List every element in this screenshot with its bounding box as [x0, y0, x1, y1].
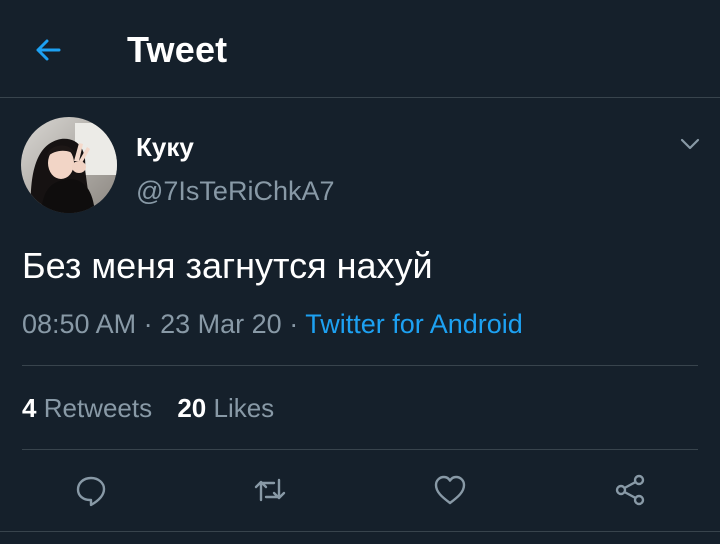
share-icon — [615, 474, 645, 506]
tweet-meta: 08:50 AM · 23 Mar 20 · Twitter for Andro… — [22, 306, 523, 342]
retweet-button[interactable] — [248, 468, 292, 512]
tweet-source-link[interactable]: Twitter for Android — [305, 309, 523, 339]
divider — [22, 449, 698, 450]
meta-separator: · — [289, 309, 299, 339]
back-button[interactable] — [22, 26, 74, 74]
author-handle[interactable]: @7IsTeRiChkA7 — [136, 174, 334, 208]
likes-count: 20 — [177, 393, 207, 423]
tweet-date: 23 Mar 20 — [160, 309, 282, 339]
retweets-count: 4 — [22, 393, 37, 423]
retweet-icon — [254, 478, 286, 502]
meta-separator: · — [143, 309, 153, 339]
like-icon — [434, 475, 466, 505]
share-button[interactable] — [608, 468, 652, 512]
tweet-time: 08:50 AM — [22, 309, 137, 339]
retweets-stat[interactable]: 4 Retweets — [22, 393, 152, 423]
reply-icon — [76, 476, 106, 507]
arrow-left-icon — [36, 39, 61, 61]
tweet-text: Без меня загнутся нахуй — [22, 245, 433, 286]
avatar[interactable] — [21, 117, 117, 213]
like-button[interactable] — [428, 468, 472, 512]
top-bar: Tweet — [0, 0, 720, 98]
engagement-stats: 4 Retweets 20 Likes — [22, 390, 274, 426]
likes-stat[interactable]: 20 Likes — [177, 393, 274, 423]
retweets-label: Retweets — [43, 393, 153, 423]
likes-label: Likes — [213, 393, 275, 423]
divider — [0, 531, 720, 532]
page-title: Tweet — [127, 29, 228, 70]
author-name[interactable]: Куку — [136, 130, 194, 164]
reply-button[interactable] — [69, 468, 113, 512]
profile-photo — [21, 117, 117, 213]
more-options-button[interactable] — [674, 128, 706, 160]
divider — [22, 365, 698, 366]
chevron-down-icon — [680, 138, 700, 150]
